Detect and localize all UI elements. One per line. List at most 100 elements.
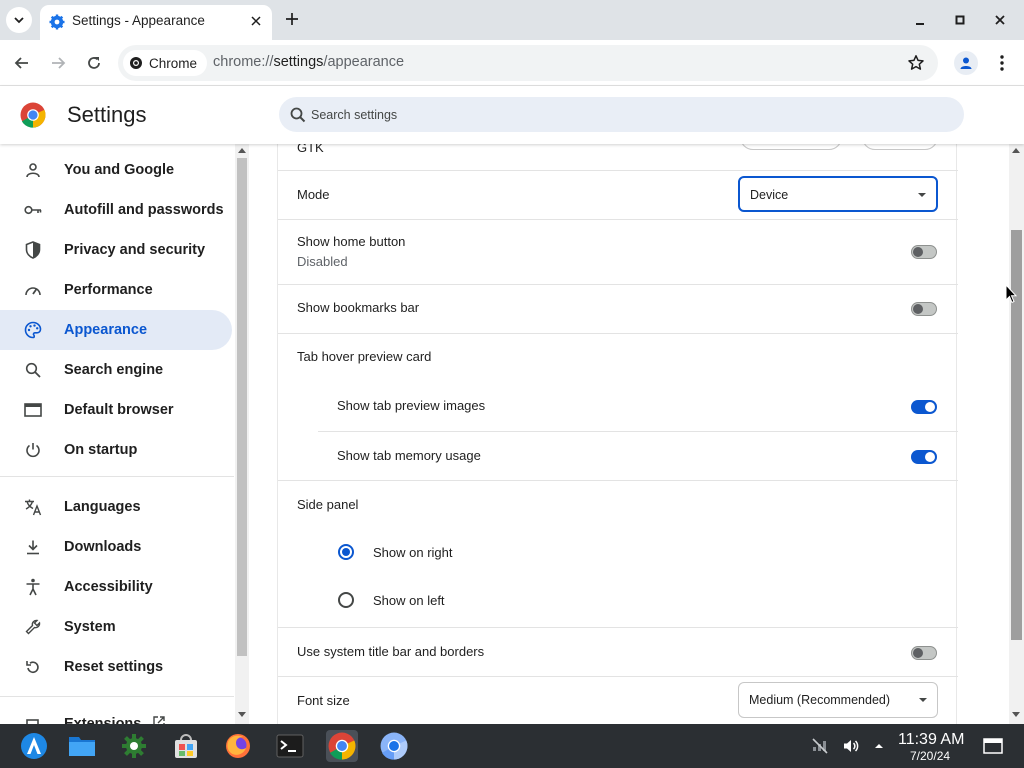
mode-row: Mode Device: [278, 171, 958, 219]
page-scrollbar[interactable]: [1009, 144, 1024, 724]
sidebar-item-label: System: [64, 619, 116, 635]
chromium-taskbar-button[interactable]: [378, 730, 410, 762]
download-icon: [24, 538, 42, 556]
terminal-button[interactable]: [274, 730, 306, 762]
url-path: /appearance: [323, 54, 405, 70]
bookmarks-bar-toggle[interactable]: [911, 302, 937, 316]
font-size-select[interactable]: Medium (Recommended): [738, 682, 938, 718]
minimize-icon: [916, 23, 924, 25]
tab-search-button[interactable]: [6, 7, 32, 33]
software-store-button[interactable]: [170, 730, 202, 762]
site-info-chip[interactable]: Chrome: [123, 50, 208, 76]
open-in-new-icon: [153, 716, 165, 724]
bookmark-star-button[interactable]: [906, 53, 926, 73]
tray-expand-icon[interactable]: [870, 737, 888, 755]
firefox-button[interactable]: [222, 730, 254, 762]
address-bar[interactable]: Chrome chrome://settings/appearance: [118, 45, 938, 81]
chrome-logo-icon: [130, 57, 142, 69]
scroll-down-arrow-icon[interactable]: [238, 712, 246, 717]
settings-search-box[interactable]: [279, 97, 964, 132]
app-launcher-button[interactable]: [18, 730, 50, 762]
files-button[interactable]: [66, 730, 98, 762]
sidebar-scrollbar-thumb[interactable]: [237, 158, 247, 656]
arrow-right-icon: [52, 57, 66, 69]
sidebar-item-on-startup[interactable]: On startup: [0, 430, 232, 470]
memory-usage-row[interactable]: Show tab memory usage: [278, 432, 958, 480]
show-desktop-icon[interactable]: [983, 737, 1003, 755]
scroll-up-arrow-icon[interactable]: [1012, 148, 1020, 153]
back-button[interactable]: [10, 51, 34, 75]
bookmarks-bar-row[interactable]: Show bookmarks bar: [278, 285, 958, 333]
sidebar-item-label: Autofill and passwords: [64, 202, 224, 218]
sidebar-item-languages[interactable]: Languages: [0, 487, 232, 527]
hover-card-label: Tab hover preview card: [297, 349, 432, 364]
system-title-bar-row[interactable]: Use system title bar and borders: [278, 628, 958, 676]
clock-time[interactable]: 11:39 AM: [898, 731, 964, 749]
sidebar-item-downloads[interactable]: Downloads: [0, 527, 232, 567]
sidebar-divider: [0, 696, 234, 697]
theme-row: GTK: [278, 144, 958, 170]
preview-images-row[interactable]: Show tab preview images: [278, 382, 958, 431]
side-panel-left-radio[interactable]: [338, 592, 354, 608]
sidebar-item-search-engine[interactable]: Search engine: [0, 350, 232, 390]
star-icon: [908, 55, 924, 70]
mode-select[interactable]: Device: [738, 176, 938, 212]
sidebar-scrollbar[interactable]: [235, 144, 249, 724]
sidebar-item-label: Extensions: [64, 716, 142, 724]
side-panel-right-radio[interactable]: [338, 544, 354, 560]
taskbar: 11:39 AM 7/20/24: [0, 724, 1024, 768]
toggle-knob: [913, 304, 923, 314]
system-title-bar-toggle[interactable]: [911, 646, 937, 660]
chrome-menu-button[interactable]: [992, 51, 1012, 75]
tab-close-button[interactable]: [248, 13, 264, 29]
url-text[interactable]: chrome://settings/appearance: [213, 54, 404, 70]
tab-settings-appearance[interactable]: Settings - Appearance: [40, 5, 272, 40]
side-panel-right-option[interactable]: Show on right: [278, 529, 958, 577]
clock-date[interactable]: 7/20/24: [910, 749, 950, 763]
chevron-down-icon: [14, 17, 24, 24]
minimize-button[interactable]: [910, 10, 930, 30]
sidebar-item-label: You and Google: [64, 162, 175, 178]
home-button-row[interactable]: Show home button Disabled: [278, 220, 958, 284]
sidebar-item-label: Search engine: [64, 362, 164, 378]
search-input[interactable]: [311, 97, 931, 132]
home-button-toggle[interactable]: [911, 245, 937, 259]
sidebar-item-privacy[interactable]: Privacy and security: [0, 230, 232, 270]
profile-button[interactable]: [954, 51, 978, 75]
scroll-up-arrow-icon[interactable]: [238, 148, 246, 153]
sidebar-item-appearance[interactable]: Appearance: [0, 310, 232, 350]
font-size-row: Font size Medium (Recommended): [278, 677, 958, 724]
toggle-knob: [925, 402, 935, 412]
scroll-down-arrow-icon[interactable]: [1012, 712, 1020, 717]
preview-images-toggle[interactable]: [911, 400, 937, 414]
mode-select-value: Device: [750, 188, 789, 202]
reload-button[interactable]: [82, 51, 106, 75]
side-panel-left-option[interactable]: Show on left: [278, 577, 958, 625]
sidebar-item-extensions[interactable]: Extensions: [0, 704, 232, 724]
sidebar-item-performance[interactable]: Performance: [0, 270, 232, 310]
sidebar-item-autofill[interactable]: Autofill and passwords: [0, 190, 232, 230]
settings-app-button[interactable]: [118, 730, 150, 762]
sidebar-item-system[interactable]: System: [0, 607, 232, 647]
system-title-bar-label: Use system title bar and borders: [297, 644, 485, 659]
maximize-button[interactable]: [950, 10, 970, 30]
close-window-button[interactable]: [990, 10, 1010, 30]
sidebar-item-label: Languages: [64, 499, 141, 515]
sidebar-item-you-and-google[interactable]: You and Google: [0, 150, 232, 190]
side-panel-left-label: Show on left: [373, 593, 445, 608]
chrome-taskbar-button[interactable]: [326, 730, 358, 762]
use-classic-button[interactable]: [862, 144, 938, 150]
network-muted-icon[interactable]: [811, 737, 829, 755]
sidebar-item-default-browser[interactable]: Default browser: [0, 390, 232, 430]
caret-down-icon: [919, 698, 927, 702]
use-gtk-button[interactable]: [740, 144, 842, 150]
volume-icon[interactable]: [842, 737, 860, 755]
maximize-icon: [955, 15, 965, 25]
sidebar-item-reset-settings[interactable]: Reset settings: [0, 647, 232, 687]
forward-button[interactable]: [46, 51, 70, 75]
sidebar-item-label: Reset settings: [64, 659, 164, 675]
reset-icon: [24, 658, 42, 676]
sidebar-item-accessibility[interactable]: Accessibility: [0, 567, 232, 607]
memory-usage-toggle[interactable]: [911, 450, 937, 464]
new-tab-button[interactable]: [282, 9, 302, 29]
